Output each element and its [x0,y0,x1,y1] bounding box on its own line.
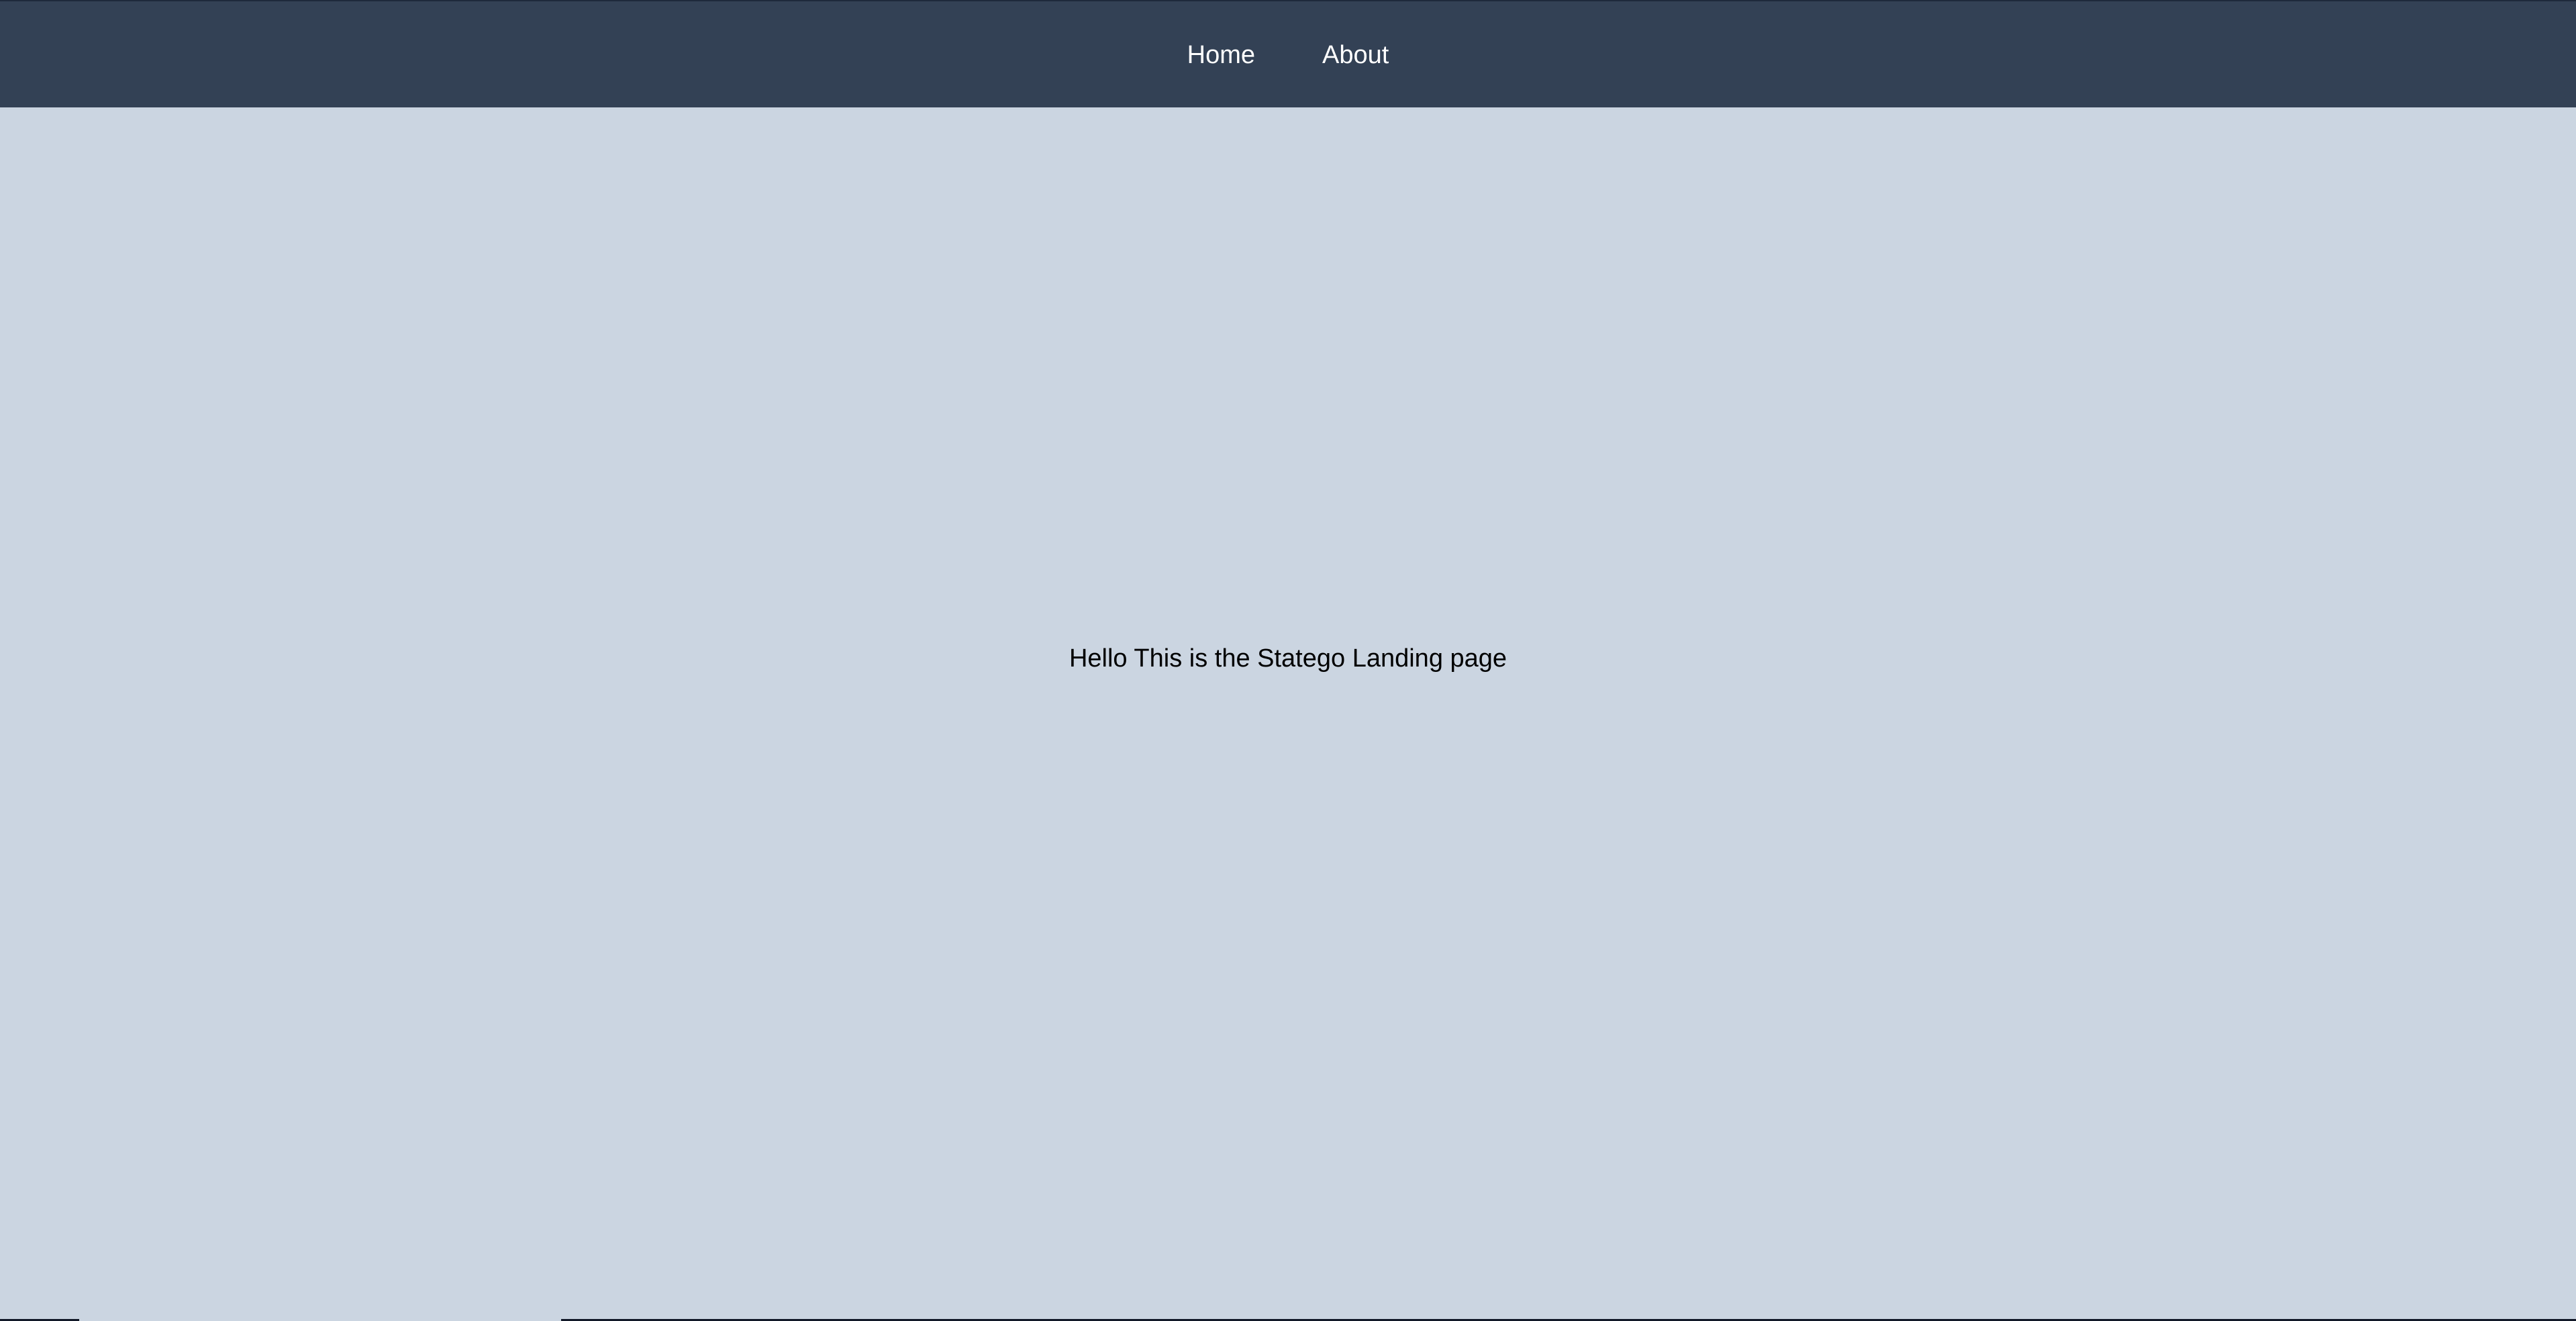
nav-links: Home About [0,1,2576,109]
main-content: Hello This is the Statego Landing page [0,107,2576,1317]
nav-about-link[interactable]: About [1322,41,1389,70]
nav-home-link[interactable]: Home [1187,41,1255,70]
bottom-edge [0,1318,2576,1321]
page: Home About Hello This is the Statego Lan… [0,0,2576,1321]
landing-message: Hello This is the Statego Landing page [1069,644,1507,673]
top-navbar: Home About [0,0,2576,107]
